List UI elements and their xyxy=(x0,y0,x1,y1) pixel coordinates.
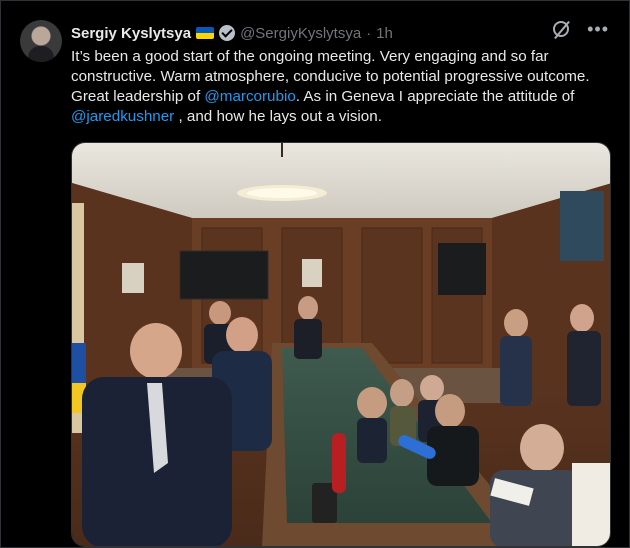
mention-link-marcorubio[interactable]: @marcorubio xyxy=(204,88,295,105)
author-handle[interactable]: @SergiyKyslytsya xyxy=(240,25,361,42)
tweet-text-part: . As in Geneva I appreciate the attitude… xyxy=(295,88,575,105)
avatar[interactable] xyxy=(20,20,62,62)
mention-link-jaredkushner[interactable]: @jaredkushner xyxy=(71,108,174,125)
ukraine-flag-icon xyxy=(196,27,215,39)
tweet-header: Sergiy Kyslytsya @SergiyKyslytsya · 1h xyxy=(71,23,393,43)
tweet-photo[interactable] xyxy=(71,142,611,547)
meeting-photo-illustration xyxy=(72,143,610,546)
separator-dot: · xyxy=(366,24,372,42)
grok-icon[interactable] xyxy=(553,21,570,37)
author-name[interactable]: Sergiy Kyslytsya xyxy=(71,25,191,42)
post-time[interactable]: 1h xyxy=(376,25,393,42)
more-options-icon[interactable]: ••• xyxy=(587,20,609,38)
tweet-text-part: , and how he lays out a vision. xyxy=(174,108,382,125)
tweet-actions: ••• xyxy=(553,20,609,38)
tweet-card[interactable]: Sergiy Kyslytsya @SergiyKyslytsya · 1h •… xyxy=(0,0,630,548)
tweet-text: It’s been a good start of the ongoing me… xyxy=(71,47,616,127)
verified-badge-icon[interactable] xyxy=(219,25,236,41)
